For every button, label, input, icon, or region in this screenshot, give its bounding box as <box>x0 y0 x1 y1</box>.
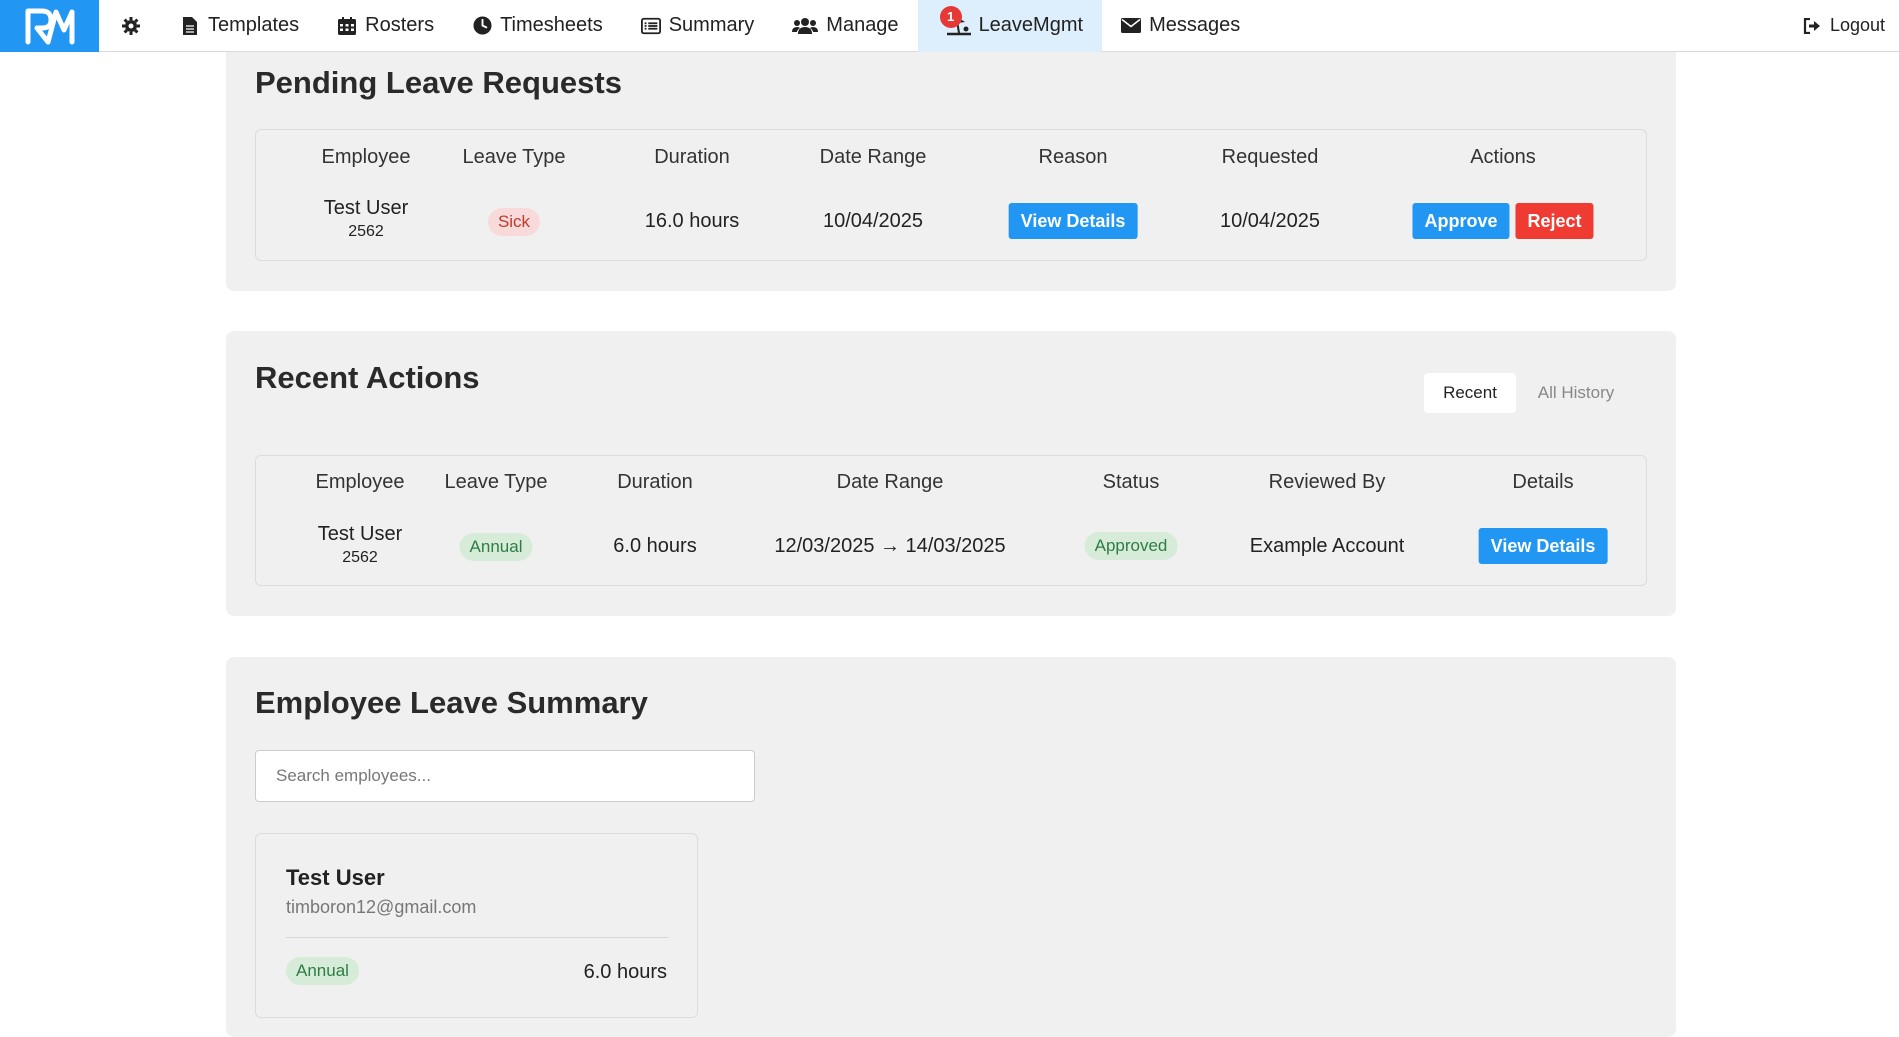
logout-label: Logout <box>1829 15 1885 35</box>
employee-id: 2562 <box>342 549 378 566</box>
nav-messages-label: Messages <box>1149 14 1241 36</box>
employee-leave-summary-title: Employee Leave Summary <box>255 685 648 720</box>
app-logo[interactable] <box>0 0 99 52</box>
employee-card-email: timboron12@gmail.com <box>286 897 477 917</box>
leave-type-badge: Annual <box>286 957 359 985</box>
table-row-employee: Test User 2562 <box>318 523 402 567</box>
gear-icon <box>121 16 141 36</box>
calendar-icon <box>337 16 357 36</box>
employee-card[interactable]: Test User timboron12@gmail.com Annual 6.… <box>255 833 698 1018</box>
employee-leave-summary-panel: Employee Leave Summary Test User timboro… <box>226 657 1676 1037</box>
duration-cell: 6.0 hours <box>613 535 697 557</box>
leave-type-cell: Annual <box>286 957 359 985</box>
status-badge: Approved <box>1084 532 1178 560</box>
divider <box>286 937 668 938</box>
nav-manage[interactable]: Manage <box>773 0 917 52</box>
date-range-cell: 10/04/2025 <box>822 210 924 232</box>
table-row-employee: Test User 2562 <box>324 197 408 241</box>
requested-cell: 10/04/2025 <box>1219 210 1321 232</box>
top-navbar: Templates Rosters Timesheets Summary Man… <box>0 0 1899 52</box>
nav-templates-label: Templates <box>208 14 300 36</box>
nav-rosters[interactable]: Rosters <box>318 0 453 52</box>
view-details-button[interactable]: View Details <box>1478 528 1608 564</box>
employee-card-name: Test User <box>286 865 385 890</box>
nav-leavemgmt-label: LeaveMgmt <box>978 14 1084 36</box>
pending-requests-title: Pending Leave Requests <box>255 65 622 100</box>
list-icon <box>640 16 661 36</box>
col-header-actions: Actions <box>1470 146 1536 168</box>
col-header-reason: Reason <box>1038 146 1108 168</box>
col-header-leave-type: Leave Type <box>462 146 566 168</box>
tab-recent[interactable]: Recent <box>1424 373 1516 413</box>
nav-timesheets[interactable]: Timesheets <box>453 0 622 52</box>
nav-timesheets-label: Timesheets <box>500 14 603 36</box>
employee-name: Test User <box>317 523 403 545</box>
duration-cell: 16.0 hours <box>644 210 740 232</box>
tab-all-history[interactable]: All History <box>1526 373 1626 413</box>
employee-id: 2562 <box>348 223 384 240</box>
col-header-details: Details <box>1512 471 1574 493</box>
leave-type-badge: Sick <box>487 208 541 236</box>
leave-type-badge: Annual <box>459 533 533 561</box>
col-header-date-range: Date Range <box>836 471 944 493</box>
status-cell: Approved <box>1084 532 1178 560</box>
leave-type-cell: Annual <box>459 533 533 561</box>
col-header-requested: Requested <box>1221 146 1319 168</box>
reviewed-by-cell: Example Account <box>1249 535 1405 557</box>
date-range-cell: 12/03/2025 → 14/03/2025 <box>774 535 1006 557</box>
nav-leavemgmt[interactable]: 1 LeaveMgmt <box>917 0 1103 52</box>
clock-icon <box>472 16 492 36</box>
pending-requests-panel: Pending Leave Requests Employee Leave Ty… <box>226 52 1676 291</box>
nav-manage-label: Manage <box>826 14 899 36</box>
nav-summary[interactable]: Summary <box>622 0 774 52</box>
col-header-leave-type: Leave Type <box>444 471 548 493</box>
nav-messages[interactable]: Messages <box>1102 0 1259 52</box>
actions-cell: Approve Reject <box>1412 203 1594 239</box>
sign-out-icon <box>1802 16 1822 36</box>
reject-button[interactable]: Reject <box>1515 203 1594 239</box>
pending-requests-table: Employee Leave Type Duration Date Range … <box>255 129 1647 261</box>
settings-button[interactable] <box>99 0 161 52</box>
envelope-icon <box>1121 16 1142 36</box>
employee-name: Test User <box>323 197 409 219</box>
recent-actions-table: Employee Leave Type Duration Date Range … <box>255 455 1647 586</box>
recent-actions-panel: Recent Actions Recent All History Employ… <box>226 331 1676 616</box>
col-header-date-range: Date Range <box>819 146 927 168</box>
logout-button[interactable]: Logout <box>1783 0 1899 52</box>
details-cell: View Details <box>1478 528 1608 564</box>
col-header-reviewed-by: Reviewed By <box>1268 471 1386 493</box>
users-icon <box>792 16 819 36</box>
approve-button[interactable]: Approve <box>1412 203 1510 239</box>
reason-cell: View Details <box>1008 203 1138 239</box>
file-icon <box>180 16 200 36</box>
col-header-duration: Duration <box>617 471 693 493</box>
col-header-employee: Employee <box>321 146 411 168</box>
search-employees-input[interactable] <box>255 750 755 802</box>
col-header-employee: Employee <box>315 471 405 493</box>
recent-actions-title: Recent Actions <box>255 360 480 395</box>
col-header-status: Status <box>1102 471 1160 493</box>
notification-badge: 1 <box>939 5 962 28</box>
view-details-button[interactable]: View Details <box>1008 203 1138 239</box>
col-header-duration: Duration <box>654 146 730 168</box>
nav-summary-label: Summary <box>668 14 755 36</box>
leave-type-cell: Sick <box>487 208 541 236</box>
rm-logo-icon <box>25 8 74 44</box>
nav-templates[interactable]: Templates <box>161 0 318 52</box>
nav-rosters-label: Rosters <box>365 14 435 36</box>
leave-hours: 6.0 hours <box>583 961 667 983</box>
